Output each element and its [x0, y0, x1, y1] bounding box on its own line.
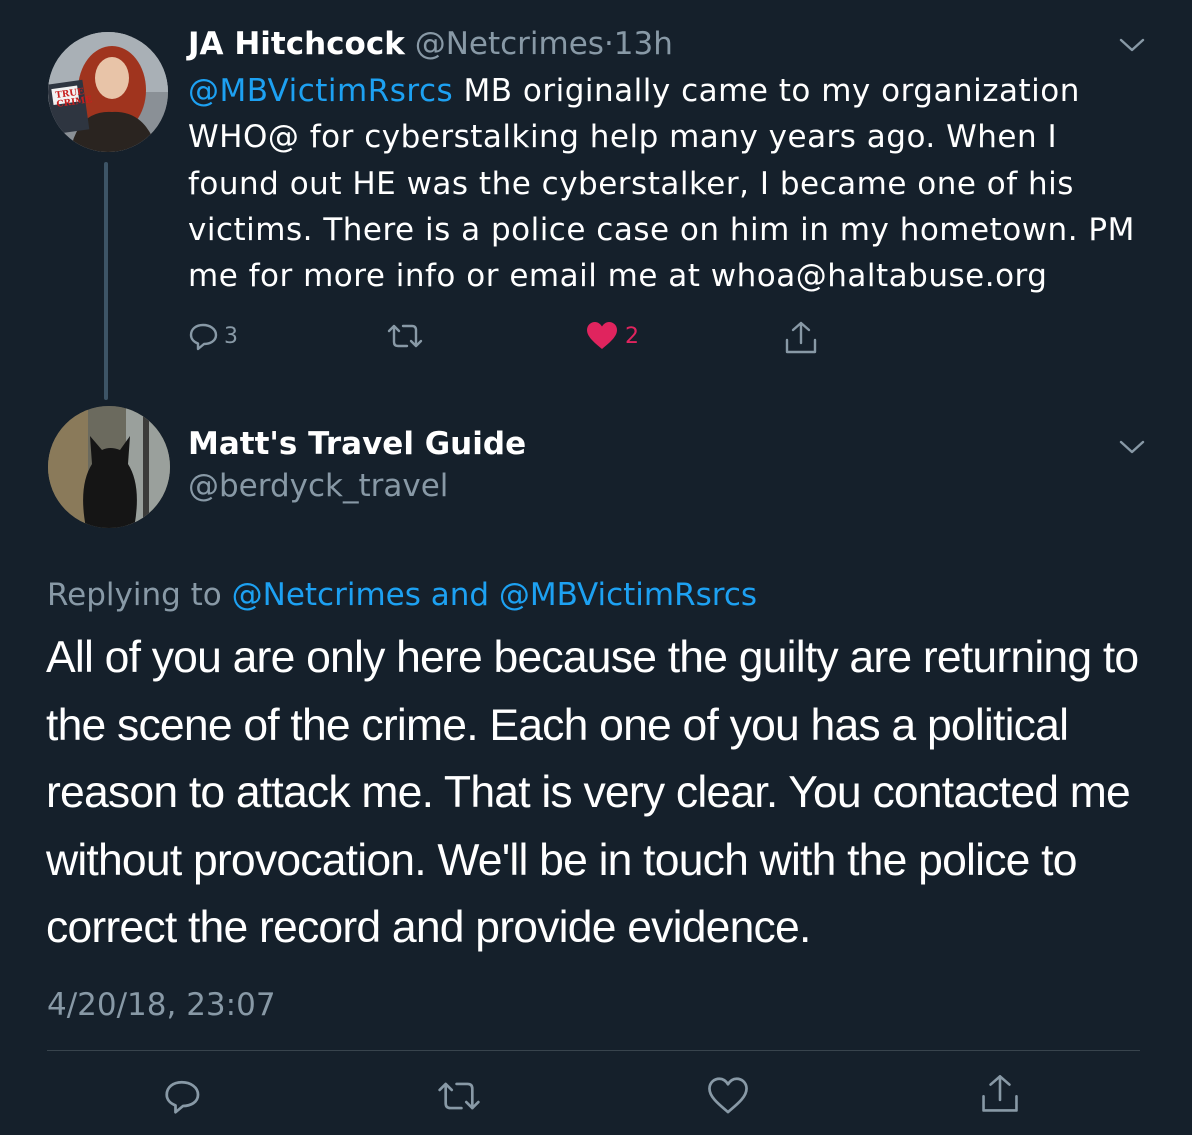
tweet-header: JA Hitchcock @Netcrimes·13h	[188, 24, 673, 64]
share-button[interactable]	[980, 1074, 1020, 1114]
tweet-menu-button[interactable]	[1118, 438, 1146, 460]
mention-link[interactable]: @MBVictimRsrcs	[188, 73, 453, 109]
replying-to-label: Replying to	[47, 577, 222, 613]
share-button[interactable]	[784, 318, 818, 358]
author-name[interactable]: Matt's Travel Guide	[188, 424, 526, 464]
chevron-down-icon	[1119, 440, 1145, 454]
share-icon	[982, 1075, 1018, 1112]
reply-icon	[189, 323, 218, 351]
tweet-menu-button[interactable]	[1118, 36, 1146, 58]
avatar-matts-travel-guide[interactable]	[48, 406, 170, 528]
author-handle[interactable]: @Netcrimes	[415, 26, 604, 62]
tweet-time[interactable]: 13h	[614, 26, 673, 62]
like-count: 2	[625, 323, 639, 349]
retweet-button[interactable]	[386, 316, 424, 356]
replying-to-line: Replying to @Netcrimes and @MBVictimRsrc…	[47, 575, 757, 615]
chevron-down-icon	[1119, 38, 1145, 52]
author-handle[interactable]: @berdyck_travel	[188, 466, 448, 506]
separator-dot: ·	[603, 26, 614, 62]
author-name[interactable]: JA Hitchcock	[188, 26, 405, 62]
replying-to-mentions[interactable]: @Netcrimes and @MBVictimRsrcs	[232, 577, 757, 613]
retweet-icon	[387, 324, 423, 348]
tweet-body: All of you are only here because the gui…	[46, 633, 1139, 952]
heart-filled-icon	[587, 322, 617, 349]
divider	[47, 1050, 1140, 1051]
retweet-icon	[438, 1082, 480, 1110]
reply-button[interactable]: 3	[188, 316, 238, 356]
thread-connector-line	[104, 162, 108, 400]
reply-button[interactable]	[163, 1076, 203, 1116]
retweet-button[interactable]	[436, 1076, 482, 1116]
tweet-text: @MBVictimRsrcs MB originally came to my …	[188, 68, 1148, 299]
like-button[interactable]	[707, 1076, 749, 1116]
reply-icon	[165, 1080, 200, 1114]
heart-outline-icon	[708, 1077, 748, 1114]
tweet-timestamp: 4/20/18, 23:07	[47, 987, 276, 1023]
avatar-ja-hitchcock[interactable]: TRUE CRIME	[48, 32, 168, 152]
share-icon	[785, 321, 817, 354]
reply-count: 3	[224, 323, 238, 349]
like-button[interactable]: 2	[585, 316, 639, 356]
